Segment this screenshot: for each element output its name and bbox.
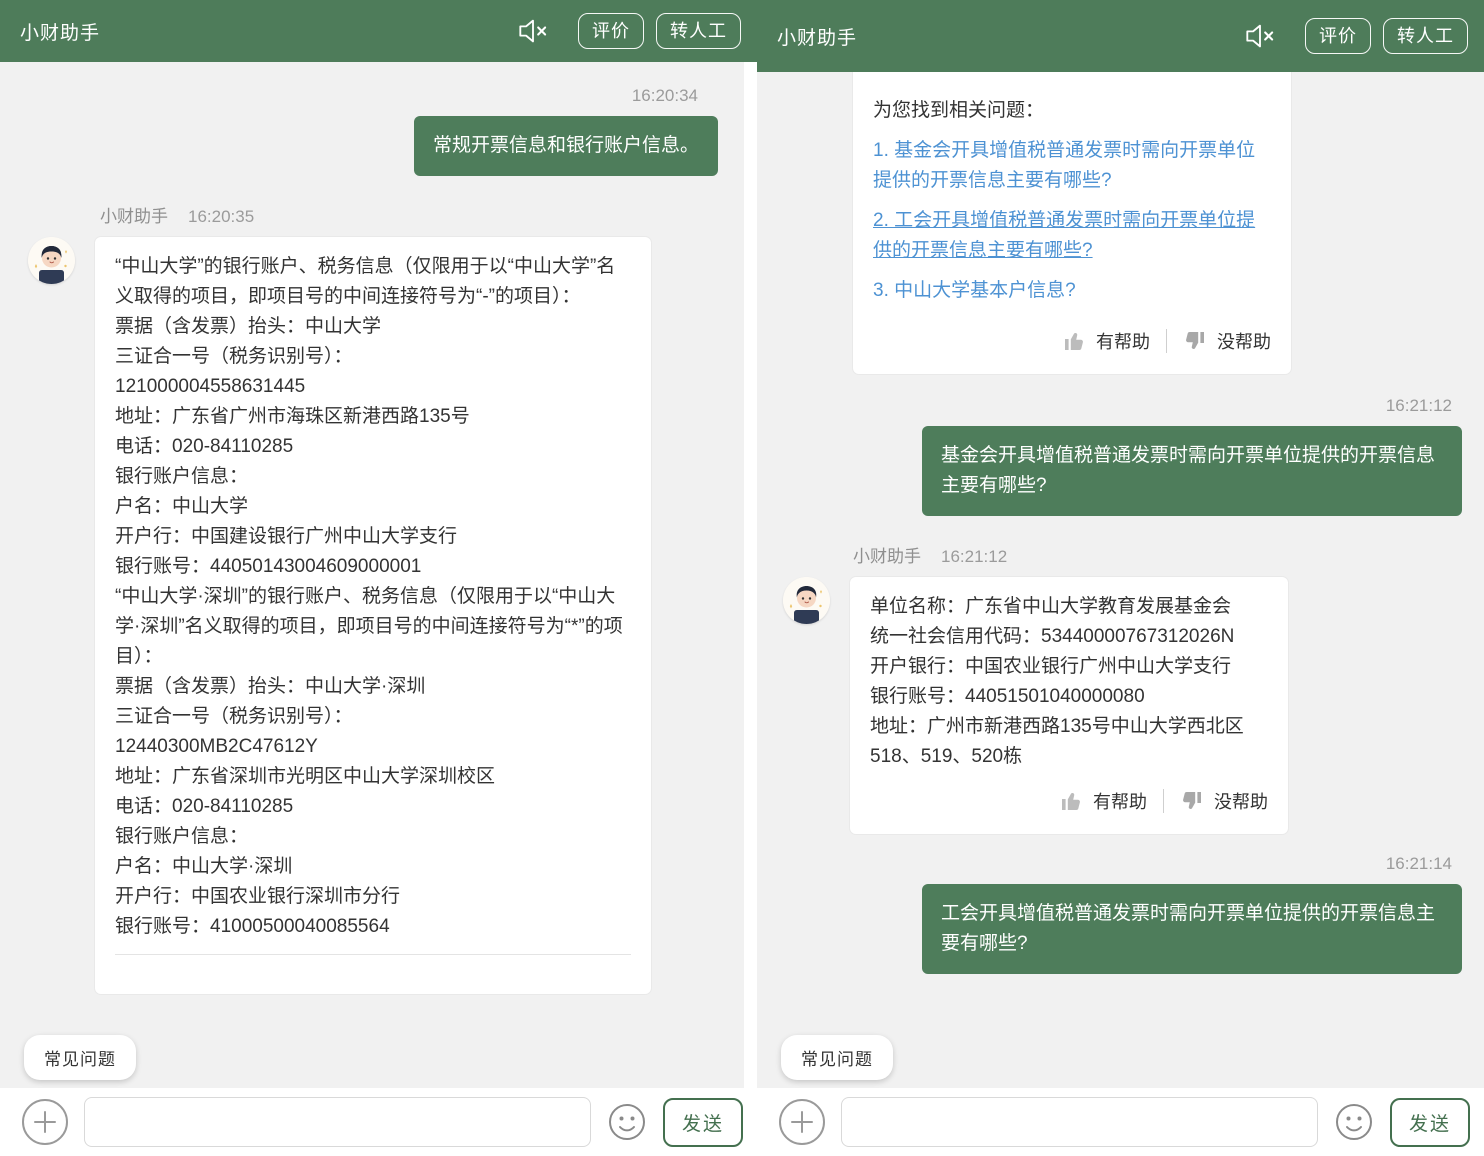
message-input-bar: 发送 [0, 1088, 757, 1156]
bot-name: 小财助手 [100, 202, 168, 227]
not-helpful-label: 没帮助 [1217, 328, 1271, 354]
message-input[interactable] [84, 1097, 591, 1147]
feedback-separator [1163, 789, 1164, 813]
message-input-bar: 发送 [757, 1088, 1484, 1156]
transfer-to-human-button[interactable]: 转人工 [1383, 18, 1468, 54]
transfer-to-human-button[interactable]: 转人工 [656, 13, 741, 49]
faq-button[interactable]: 常见问题 [781, 1035, 893, 1080]
attach-plus-button[interactable] [22, 1099, 68, 1145]
bot-message-bubble: 单位名称：广东省中山大学教育发展基金会 统一社会信用代码：53440000767… [850, 577, 1288, 834]
rate-button[interactable]: 评价 [578, 13, 644, 49]
timestamp: 16:20:35 [188, 207, 254, 227]
mute-speaker-icon[interactable] [1243, 21, 1277, 51]
bot-name: 小财助手 [853, 542, 921, 567]
send-button[interactable]: 发送 [1390, 1098, 1470, 1147]
not-helpful-label: 没帮助 [1214, 788, 1268, 814]
app-title: 小财助手 [777, 23, 857, 50]
chat-panel-left: 小财助手 评价 转人工 16:20:34 常规开票信息和银行账户信息。 小财助手… [0, 0, 757, 1156]
chat-header: 小财助手 评价 转人工 [757, 0, 1484, 72]
related-question-link-2[interactable]: 2. 工会开具增值税普通发票时需向开票单位提供的开票信息主要有哪些? [873, 206, 1271, 266]
chat-scroll-area[interactable]: 16:20:34 常规开票信息和银行账户信息。 小财助手 16:20:35 [0, 62, 757, 1088]
feedback-row: 有帮助 没帮助 [870, 788, 1268, 822]
chat-header: 小财助手 评价 转人工 [0, 0, 757, 62]
bubble-divider [115, 954, 631, 982]
feedback-row: 有帮助 没帮助 [873, 328, 1271, 362]
not-helpful-button[interactable]: 没帮助 [1180, 788, 1268, 814]
emoji-smiley-icon[interactable] [607, 1102, 647, 1142]
bot-avatar [28, 237, 75, 284]
bot-avatar [783, 577, 830, 624]
bot-message-bubble: “中山大学”的银行账户、税务信息（仅限用于以“中山大学”名义取得的项目，即项目号… [95, 237, 651, 994]
timestamp: 16:21:12 [757, 396, 1484, 416]
related-questions-intro: 为您找到相关问题： [873, 96, 1271, 126]
dual-chat-screen: 小财助手 评价 转人工 16:20:34 常规开票信息和银行账户信息。 小财助手… [0, 0, 1484, 1156]
thumbs-up-icon [1059, 789, 1083, 813]
timestamp: 16:20:34 [0, 86, 744, 106]
user-message-bubble: 基金会开具增值税普通发票时需向开票单位提供的开票信息主要有哪些? [922, 426, 1462, 516]
chat-panel-right: 小财助手 评价 转人工 为您找到相关问题： 1. 基金会开具增值税普通发票时需向… [757, 0, 1484, 1156]
bot-message-text: “中山大学”的银行账户、税务信息（仅限用于以“中山大学”名义取得的项目，即项目号… [115, 252, 631, 942]
helpful-button[interactable]: 有帮助 [1059, 788, 1147, 814]
not-helpful-button[interactable]: 没帮助 [1183, 328, 1271, 354]
thumbs-up-icon [1062, 329, 1086, 353]
timestamp: 16:21:14 [757, 854, 1484, 874]
faq-button[interactable]: 常见问题 [24, 1035, 136, 1080]
timestamp: 16:21:12 [941, 547, 1007, 567]
mute-speaker-icon[interactable] [516, 16, 550, 46]
user-message-bubble: 常规开票信息和银行账户信息。 [414, 116, 718, 176]
app-title: 小财助手 [20, 18, 100, 45]
bot-related-questions-bubble: 为您找到相关问题： 1. 基金会开具增值税普通发票时需向开票单位提供的开票信息主… [853, 72, 1291, 374]
user-message-bubble: 工会开具增值税普通发票时需向开票单位提供的开票信息主要有哪些? [922, 884, 1462, 974]
related-question-link-1[interactable]: 1. 基金会开具增值税普通发票时需向开票单位提供的开票信息主要有哪些? [873, 136, 1271, 196]
rate-button[interactable]: 评价 [1305, 18, 1371, 54]
bot-message-text: 单位名称：广东省中山大学教育发展基金会 统一社会信用代码：53440000767… [870, 592, 1268, 772]
thumbs-down-icon [1183, 329, 1207, 353]
related-question-link-3[interactable]: 3. 中山大学基本户信息? [873, 276, 1271, 306]
send-button[interactable]: 发送 [663, 1098, 743, 1147]
feedback-separator [1166, 329, 1167, 353]
helpful-button[interactable]: 有帮助 [1062, 328, 1150, 354]
helpful-label: 有帮助 [1096, 328, 1150, 354]
attach-plus-button[interactable] [779, 1099, 825, 1145]
helpful-label: 有帮助 [1093, 788, 1147, 814]
emoji-smiley-icon[interactable] [1334, 1102, 1374, 1142]
message-input[interactable] [841, 1097, 1318, 1147]
chat-scroll-area[interactable]: 为您找到相关问题： 1. 基金会开具增值税普通发票时需向开票单位提供的开票信息主… [757, 72, 1484, 1088]
thumbs-down-icon [1180, 789, 1204, 813]
